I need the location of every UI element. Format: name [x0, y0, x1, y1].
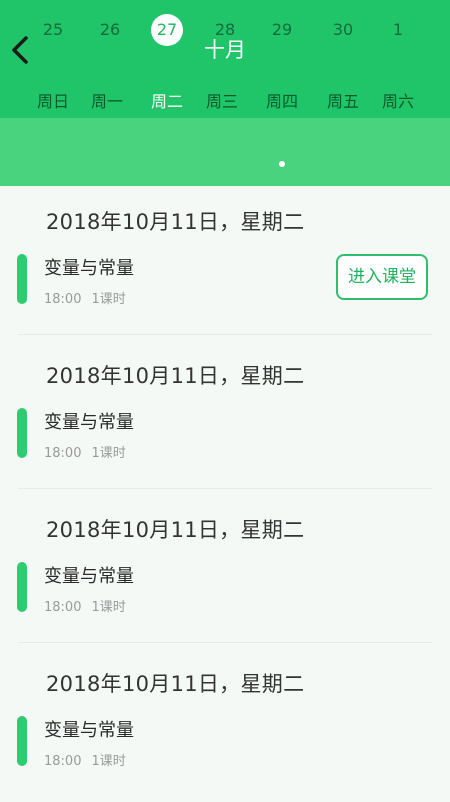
- course-duration: 1课时: [91, 446, 126, 461]
- date-cell-selected[interactable]: 27: [151, 14, 183, 46]
- weekday-label: 周三: [205, 92, 238, 111]
- course-name: 变量与常量: [44, 412, 134, 433]
- session-item: 2018年10月11日，星期二 变量与常量 18:00 1课时: [0, 494, 450, 648]
- session-date: 2018年10月11日，星期二: [46, 672, 305, 696]
- session-color-bar: [17, 562, 27, 612]
- date-cell[interactable]: 28: [209, 14, 241, 46]
- course-duration: 1课时: [91, 292, 126, 307]
- session-color-bar: [17, 254, 27, 304]
- weekday-label: 周一: [90, 92, 123, 111]
- date-cell[interactable]: 29: [266, 14, 298, 46]
- course-name: 变量与常量: [44, 720, 134, 741]
- date-cell[interactable]: 25: [37, 14, 69, 46]
- weekday-label: 周日: [36, 92, 69, 111]
- session-color-bar: [17, 716, 27, 766]
- course-duration: 1课时: [91, 600, 126, 615]
- course-name: 变量与常量: [44, 566, 134, 587]
- enter-classroom-button[interactable]: 进入课堂: [336, 254, 428, 300]
- date-cell[interactable]: 30: [327, 14, 359, 46]
- session-date: 2018年10月11日，星期二: [46, 518, 305, 542]
- course-time: 18:00: [44, 754, 82, 769]
- weekday-label: 周六: [381, 92, 414, 111]
- date-cell[interactable]: 26: [94, 14, 126, 46]
- weekday-row: 周日 周一 周二 周三 周四 周五 周六: [0, 88, 450, 114]
- course-meta: 18:00 1课时: [44, 442, 126, 461]
- divider: [18, 488, 432, 489]
- weekday-label: 周二: [150, 92, 183, 111]
- course-name: 变量与常量: [44, 258, 134, 279]
- session-color-bar: [17, 408, 27, 458]
- course-time: 18:00: [44, 600, 82, 615]
- session-item: 2018年10月11日，星期二 变量与常量 18:00 1课时: [0, 340, 450, 494]
- divider: [18, 334, 432, 335]
- weekday-label: 周四: [265, 92, 298, 111]
- divider: [18, 642, 432, 643]
- course-time: 18:00: [44, 292, 82, 307]
- course-meta: 18:00 1课时: [44, 288, 126, 307]
- date-cell[interactable]: 1: [382, 14, 414, 46]
- course-meta: 18:00 1课时: [44, 596, 126, 615]
- session-date: 2018年10月11日，星期二: [46, 210, 305, 234]
- date-strip: [0, 118, 450, 186]
- session-list: 2018年10月11日，星期二 变量与常量 18:00 1课时 进入课堂 2018…: [0, 186, 450, 800]
- session-item: 2018年10月11日，星期二 变量与常量 18:00 1课时 进入课堂: [0, 186, 450, 340]
- session-item: 2018年10月11日，星期二 变量与常量 18:00 1课时: [0, 648, 450, 802]
- session-date: 2018年10月11日，星期二: [46, 364, 305, 388]
- weekday-label: 周五: [326, 92, 359, 111]
- course-time: 18:00: [44, 446, 82, 461]
- course-meta: 18:00 1课时: [44, 750, 126, 769]
- event-dot-indicator: [279, 161, 285, 167]
- course-duration: 1课时: [91, 754, 126, 769]
